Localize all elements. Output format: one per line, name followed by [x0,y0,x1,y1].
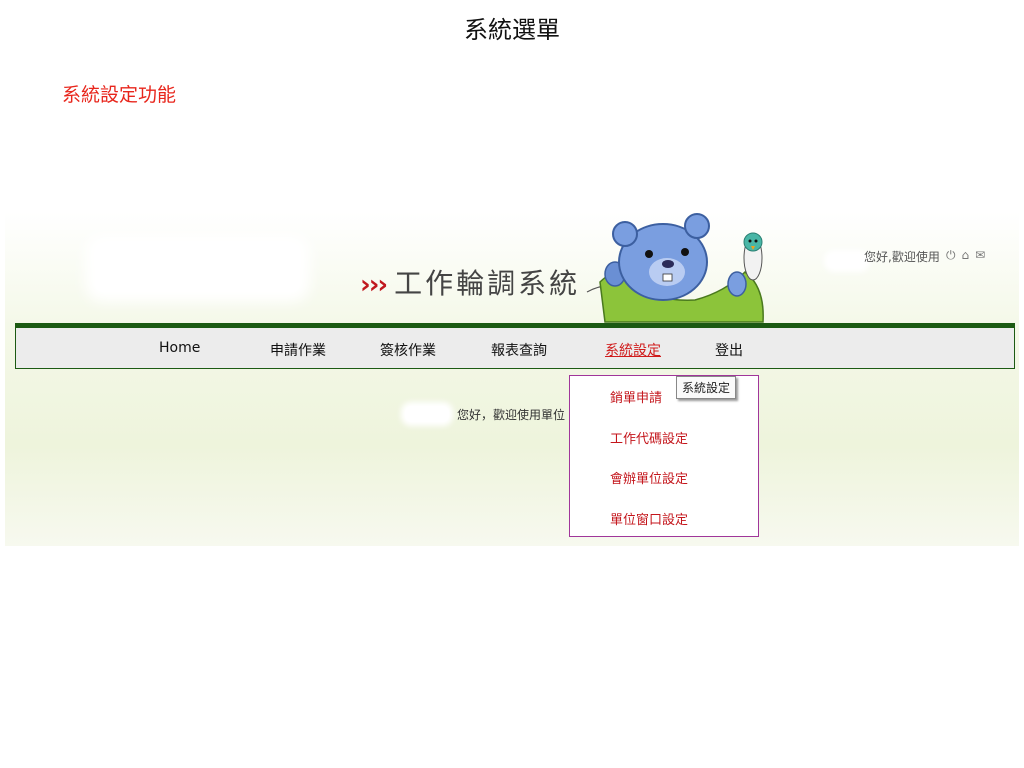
app-screenshot: ››› 工作輪調系統 您好,歡迎使用 ⏻ ⌂ ✉ Home 申請作業 簽核作業 報… [5,212,1019,546]
mail-icon[interactable]: ✉ [975,248,985,263]
slide-subtitle: 系統設定功能 [62,84,177,106]
banner-title-text: 工作輪調系統 [394,267,581,300]
nav-logout[interactable]: 登出 [715,340,743,360]
menu-item-job-code-settings[interactable]: 工作代碼設定 [610,428,688,447]
redacted-logo [95,244,300,292]
nav-reports[interactable]: 報表查詢 [491,340,547,360]
system-settings-dropdown: 銷單申請 工作代碼設定 會辦單位設定 單位窗口設定 [569,375,759,537]
bear-mascot-illustration [586,213,764,323]
nav-home[interactable]: Home [159,340,200,356]
top-icons: ⏻ ⌂ ✉ [946,248,985,263]
banner-arrows: ››› [360,270,388,300]
menu-item-cancel-request[interactable]: 銷單申請 [610,387,662,406]
main-nav: Home 申請作業 簽核作業 報表查詢 系統設定 登出 [15,323,1015,369]
menu-item-unit-contact-settings[interactable]: 單位窗口設定 [610,509,688,528]
power-icon[interactable]: ⏻ [946,248,956,263]
tooltip: 系統設定 [676,376,737,399]
redacted-username [828,254,866,268]
nav-apply[interactable]: 申請作業 [270,340,326,360]
home-icon[interactable]: ⌂ [962,248,970,263]
nav-approve[interactable]: 簽核作業 [380,340,436,360]
top-greeting: 您好,歡迎使用 [864,250,940,264]
banner-title: ››› 工作輪調系統 [360,262,580,302]
menu-item-co-unit-settings[interactable]: 會辦單位設定 [610,468,688,487]
welcome-message: 您好，歡迎使用單位 [457,408,566,422]
nav-system-settings[interactable]: 系統設定 [605,340,661,360]
redacted-user [405,406,449,422]
slide-title: 系統選單 [464,16,560,44]
